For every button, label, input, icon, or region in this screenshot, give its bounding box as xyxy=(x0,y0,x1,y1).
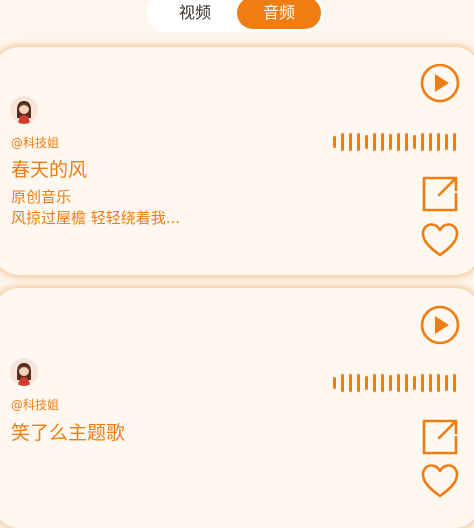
song-title: 春天的风 xyxy=(11,159,88,181)
share-external-icon xyxy=(422,176,458,212)
play-circle-icon xyxy=(420,305,460,345)
media-type-tabs: 视频 音频 xyxy=(146,0,324,32)
song-title: 笑了么主题歌 xyxy=(11,422,126,444)
tab-audio[interactable]: 音频 xyxy=(237,0,321,29)
play-button[interactable] xyxy=(420,305,460,345)
audio-card[interactable]: @科技姐 春天的风 原创音乐 风掠过屋檐 轻轻绕着我... xyxy=(0,47,474,275)
tab-video[interactable]: 视频 xyxy=(160,0,230,29)
avatar-girl-icon xyxy=(17,363,31,386)
audio-card[interactable]: @科技姐 笑了么主题歌 xyxy=(0,288,474,528)
share-button[interactable] xyxy=(420,417,460,457)
like-button[interactable] xyxy=(420,221,460,261)
author-name[interactable]: @科技姐 xyxy=(11,396,59,413)
like-button[interactable] xyxy=(420,462,460,502)
song-lyric: 风掠过屋檐 轻轻绕着我... xyxy=(11,209,181,227)
play-button[interactable] xyxy=(420,63,460,103)
avatar-girl-icon xyxy=(17,101,31,124)
avatar[interactable] xyxy=(10,96,38,124)
share-button[interactable] xyxy=(420,174,460,214)
author-name[interactable]: @科技姐 xyxy=(11,134,59,151)
audio-waveform-icon xyxy=(333,133,456,151)
avatar[interactable] xyxy=(10,358,38,386)
heart-outline-icon xyxy=(421,223,459,257)
song-subtitle: 原创音乐 xyxy=(11,188,72,206)
play-circle-icon xyxy=(420,63,460,103)
heart-outline-icon xyxy=(421,464,459,498)
audio-waveform-icon xyxy=(333,374,456,392)
share-external-icon xyxy=(422,419,458,455)
